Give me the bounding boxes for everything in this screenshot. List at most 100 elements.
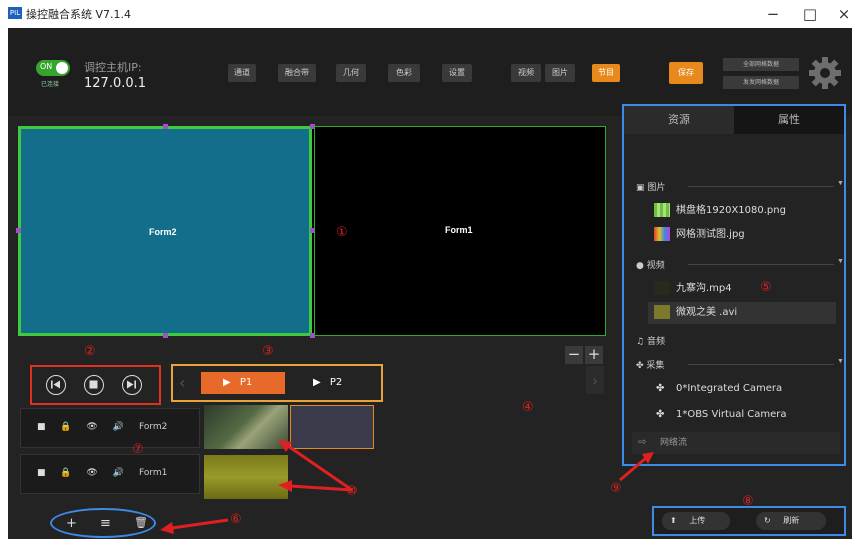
refresh-button[interactable]: ↻ 刷新 xyxy=(756,512,826,530)
panel-actions: ⬆ 上传 ↻ 刷新 xyxy=(652,506,846,536)
resource-item[interactable]: 九寨沟.mp4 xyxy=(648,278,844,300)
refresh-label: 刷新 xyxy=(783,516,800,525)
upload-label: 上传 xyxy=(689,516,706,525)
layer-controls[interactable]: ■ 🔒 👁 🔊 xyxy=(37,468,130,478)
tab-resources[interactable]: 资源 xyxy=(624,106,734,134)
chevron-down-icon[interactable]: ▼ xyxy=(837,358,844,365)
connection-status: 已连接 xyxy=(41,81,60,88)
thumbnail xyxy=(654,305,670,319)
form2-window[interactable]: Form2 xyxy=(18,126,312,336)
page-prev-arrow[interactable]: ‹ xyxy=(179,373,185,392)
add-icon[interactable]: + xyxy=(66,516,77,531)
chevron-down-icon[interactable]: ▼ xyxy=(837,180,844,187)
save-button[interactable]: 保存 xyxy=(669,62,703,84)
music-note-icon: ♫ xyxy=(636,337,645,347)
send-grid-data-button[interactable]: 发发网格数据 xyxy=(723,76,799,89)
image-view-button[interactable]: 图片 xyxy=(545,64,575,82)
resize-handle[interactable] xyxy=(163,124,168,129)
layer-name: Form2 xyxy=(139,422,168,432)
window-title: 操控融合系统 V7.1.4 xyxy=(26,8,132,21)
resource-label: 微观之美 .avi xyxy=(676,307,738,318)
ip-value: 127.0.0.1 xyxy=(84,76,147,91)
page-label: P1 xyxy=(239,377,253,388)
resource-item[interactable]: ✤ 0*Integrated Camera xyxy=(648,378,844,400)
resource-label: 九寨沟.mp4 xyxy=(676,283,732,294)
upload-icon: ⬆ xyxy=(670,516,677,525)
preview-canvas[interactable]: Form2 Form1 xyxy=(16,124,606,338)
category-label: 音频 xyxy=(646,337,665,347)
zoom-out-button[interactable]: − xyxy=(565,346,583,364)
resource-label: 0*Integrated Camera xyxy=(676,383,783,394)
capture-category[interactable]: ✤ 采集 xyxy=(636,358,664,371)
tab-properties[interactable]: 属性 xyxy=(734,106,844,134)
divider xyxy=(688,186,834,187)
panel-tabs: 资源 属性 xyxy=(624,106,844,134)
resize-handle[interactable] xyxy=(163,333,168,338)
zoom-in-button[interactable]: + xyxy=(585,346,603,364)
resource-item[interactable]: 棋盘格1920X1080.png xyxy=(648,200,844,222)
divider xyxy=(688,364,834,365)
toggle-label: ON xyxy=(40,62,53,71)
category-label: 视频 xyxy=(646,261,665,271)
video-view-button[interactable]: 视频 xyxy=(511,64,541,82)
divider xyxy=(688,264,834,265)
category-label: 采集 xyxy=(646,361,665,371)
skip-previous-icon[interactable] xyxy=(46,375,66,395)
form1-label: Form1 xyxy=(445,225,473,235)
resize-handle[interactable] xyxy=(16,228,21,233)
stop-icon[interactable] xyxy=(84,375,104,395)
all-grid-data-button[interactable]: 全部网格数据 xyxy=(723,58,799,71)
page-tab-p2[interactable]: ▶ P2 xyxy=(305,372,365,394)
toolbar: ON 已连接 调控主机IP: 127.0.0.1 通道 融合带 几何 色彩 设置… xyxy=(8,28,852,116)
geometry-button[interactable]: 几何 xyxy=(336,64,366,82)
align-icon[interactable]: ≡ xyxy=(100,516,111,531)
layer-controls[interactable]: ■ 🔒 👁 🔊 xyxy=(37,422,130,432)
callout-6: ⑥ xyxy=(230,512,242,527)
resource-item[interactable]: 网格测试图.jpg xyxy=(648,224,844,246)
thumbnail xyxy=(654,227,670,241)
resource-item[interactable]: ✤ 1*OBS Virtual Camera xyxy=(648,404,844,426)
upload-button[interactable]: ⬆ 上传 xyxy=(662,512,730,530)
app-logo-icon: PIL xyxy=(8,7,22,19)
maximize-button[interactable]: □ xyxy=(795,3,825,25)
callout-3: ③ xyxy=(262,344,274,359)
chevron-down-icon[interactable]: ▼ xyxy=(837,258,844,265)
settings-button[interactable]: 设置 xyxy=(442,64,472,82)
channel-button[interactable]: 通道 xyxy=(228,64,256,82)
connection-toggle[interactable]: ON xyxy=(36,60,70,76)
gear-icon[interactable] xyxy=(808,56,842,90)
image-category[interactable]: ▣ 图片 xyxy=(636,180,665,193)
layer-row-form2[interactable]: ■ 🔒 👁 🔊 Form2 xyxy=(20,408,200,448)
category-label: 图片 xyxy=(647,183,666,193)
layer-row-form1[interactable]: ■ 🔒 👁 🔊 Form1 xyxy=(20,454,200,494)
callout-4: ④ xyxy=(522,400,534,415)
project-button[interactable]: 节目 xyxy=(592,64,620,82)
playback-controls xyxy=(30,365,161,405)
close-button[interactable]: × xyxy=(832,3,856,25)
thumbnail xyxy=(654,203,670,217)
title-bar: PIL 操控融合系统 V7.1.4 − □ × xyxy=(0,0,858,28)
camera-icon: ✤ xyxy=(656,409,665,420)
resource-label: 1*OBS Virtual Camera xyxy=(676,409,787,420)
play-icon: ▶ xyxy=(223,377,231,388)
callout-7: ⑦ xyxy=(132,442,144,457)
refresh-icon: ↻ xyxy=(764,516,771,525)
scroll-right-arrow[interactable]: › xyxy=(586,366,604,394)
audio-category[interactable]: ♫ 音频 xyxy=(636,334,665,347)
category-label: 网络流 xyxy=(660,438,688,448)
page-tab-p1[interactable]: ▶ P1 xyxy=(201,372,285,394)
app-body: ON 已连接 调控主机IP: 127.0.0.1 通道 融合带 几何 色彩 设置… xyxy=(8,28,852,539)
thumbnail xyxy=(654,281,670,295)
video-category[interactable]: ● 视频 xyxy=(636,258,665,271)
blend-band-button[interactable]: 融合带 xyxy=(278,64,316,82)
minimize-button[interactable]: − xyxy=(758,3,788,25)
color-button[interactable]: 色彩 xyxy=(388,64,420,82)
callout-arrow xyxy=(619,452,654,482)
skip-next-icon[interactable] xyxy=(122,375,142,395)
resource-item-selected[interactable]: 微观之美 .avi xyxy=(648,302,836,324)
network-stream-category[interactable]: ⇨ 网络流 xyxy=(632,432,840,454)
form1-window[interactable]: Form1 xyxy=(314,126,606,336)
trash-icon[interactable]: 🗑 xyxy=(134,516,148,529)
image-icon: ▣ xyxy=(636,183,645,193)
page-tabs: ‹ ▶ P1 ▶ P2 xyxy=(171,364,383,402)
